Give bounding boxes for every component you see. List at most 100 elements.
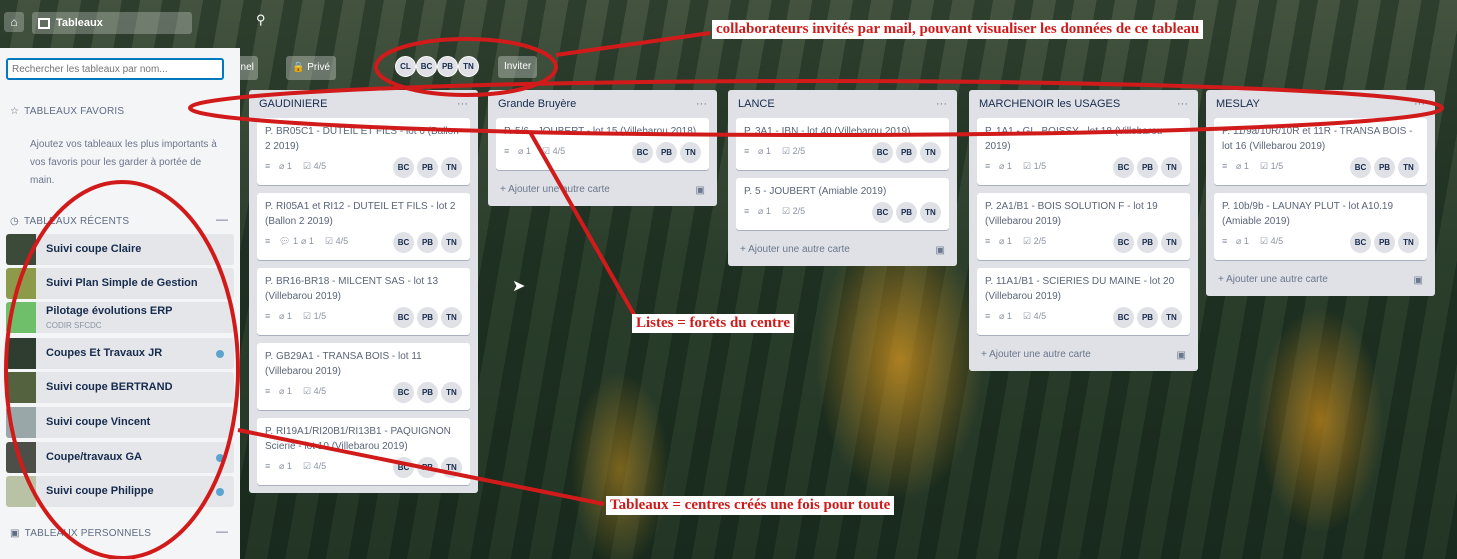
member-avatar[interactable]: BC — [393, 232, 414, 253]
add-card-button[interactable]: + Ajouter une autre carte ▣ — [1206, 268, 1435, 296]
member-avatar[interactable]: TN — [1161, 157, 1182, 178]
member-avatar[interactable]: PB — [417, 157, 438, 178]
member-avatar[interactable]: TN — [1161, 232, 1182, 253]
list-menu-icon[interactable]: ··· — [696, 90, 707, 118]
member-avatar[interactable]: BC — [872, 142, 893, 163]
member-avatar[interactable]: BC — [1113, 232, 1134, 253]
member-avatar[interactable]: PB — [1137, 307, 1158, 328]
member-avatar[interactable]: PB — [896, 142, 917, 163]
member-avatar[interactable]: TN — [1398, 157, 1419, 178]
list-menu-icon[interactable]: ··· — [457, 90, 468, 118]
card[interactable]: P. 11/9a/10R/10R et 11R - TRANSA BOIS - … — [1214, 118, 1427, 185]
member-avatar[interactable]: PB — [1137, 232, 1158, 253]
member-avatar[interactable]: TN — [920, 202, 941, 223]
card[interactable]: P. BR05C1 - DUTEIL ET FILS - lot 6 (Ball… — [257, 118, 470, 185]
recent-board-item[interactable]: Suivi coupe BERTRAND — [6, 372, 234, 403]
member-avatar[interactable]: PB — [417, 232, 438, 253]
member-avatar[interactable]: BC — [393, 307, 414, 328]
search-icon[interactable]: ⚲ — [256, 12, 266, 28]
card-template-icon[interactable]: ▣ — [936, 239, 945, 263]
card[interactable]: P. RI05A1 et RI12 - DUTEIL ET FILS - lot… — [257, 193, 470, 260]
member-avatar[interactable]: PB — [417, 307, 438, 328]
member-avatar[interactable]: BC — [393, 157, 414, 178]
recent-board-item[interactable]: Pilotage évolutions ERP CODIR SFCDC — [6, 302, 234, 333]
member-avatar[interactable]: PB — [437, 56, 458, 77]
card[interactable]: P. RI19A1/RI20B1/RI13B1 - PAQUIGNON Scie… — [257, 418, 470, 485]
member-avatar[interactable]: TN — [441, 457, 462, 478]
member-avatar[interactable]: BC — [632, 142, 653, 163]
member-avatar[interactable]: PB — [1137, 157, 1158, 178]
card-template-icon[interactable]: ▣ — [1414, 269, 1423, 293]
member-avatar[interactable]: TN — [441, 232, 462, 253]
recent-board-item[interactable]: Suivi coupe Claire — [6, 234, 234, 265]
add-card-label: + Ajouter une autre carte — [981, 349, 1091, 360]
list-title[interactable]: LANCE ··· — [728, 90, 957, 118]
add-card-button[interactable]: + Ajouter une autre carte ▣ — [488, 178, 717, 206]
member-avatar[interactable]: PB — [417, 457, 438, 478]
list-title[interactable]: GAUDINIERE ··· — [249, 90, 478, 118]
recent-board-item[interactable]: Coupe/travaux GA — [6, 442, 234, 473]
card[interactable]: P. GB29A1 - TRANSA BOIS - lot 11 (Villeb… — [257, 343, 470, 410]
card[interactable]: P. 5 - JOUBERT (Amiable 2019) ≡ ⌀ 1 ☑ 2/5 BC… — [736, 178, 949, 230]
description-icon: ≡ — [265, 311, 271, 321]
recent-board-item[interactable]: Coupes Et Travaux JR — [6, 338, 234, 369]
recent-board-item[interactable]: Suivi coupe Philippe — [6, 476, 234, 507]
member-avatar[interactable]: TN — [920, 142, 941, 163]
list-menu-icon[interactable]: ··· — [936, 90, 947, 118]
card-template-icon[interactable]: ▣ — [1177, 344, 1186, 368]
member-avatar[interactable]: TN — [458, 56, 479, 77]
list-menu-icon[interactable]: ··· — [1177, 90, 1188, 118]
member-avatar[interactable]: BC — [872, 202, 893, 223]
member-avatar[interactable]: PB — [1374, 157, 1395, 178]
list-title[interactable]: MESLAY ··· — [1206, 90, 1435, 118]
recent-board-item[interactable]: Suivi coupe Vincent — [6, 407, 234, 438]
member-avatar[interactable]: TN — [441, 382, 462, 403]
member-avatar[interactable]: BC — [1113, 307, 1134, 328]
card[interactable]: P. BR16-BR18 - MILCENT SAS - lot 13 (Vil… — [257, 268, 470, 335]
board-thumbnail — [6, 234, 36, 265]
card-badges: ≡ ⌀ 1 ☑ 1/5 BC PB TN — [1222, 157, 1419, 179]
member-avatar[interactable]: TN — [1398, 232, 1419, 253]
list-column: GAUDINIERE ··· P. BR05C1 - DUTEIL ET FILS … — [249, 90, 478, 493]
description-icon: ≡ — [985, 236, 991, 246]
description-icon: ≡ — [744, 206, 750, 216]
member-avatar[interactable]: BC — [416, 56, 437, 77]
collapse-recent-button[interactable]: — — [216, 212, 228, 226]
card[interactable]: P. 3A1 - IBN - lot 40 (Villebarou 2019) ≡… — [736, 118, 949, 170]
recent-board-item[interactable]: Suivi Plan Simple de Gestion — [6, 268, 234, 299]
member-avatar[interactable]: BC — [1350, 157, 1371, 178]
member-avatar[interactable]: TN — [1161, 307, 1182, 328]
card-template-icon[interactable]: ▣ — [696, 179, 705, 203]
member-avatar[interactable]: TN — [441, 307, 462, 328]
card[interactable]: P. 10b/9b - LAUNAY PLUT - lot A10.19 (Am… — [1214, 193, 1427, 260]
member-avatar[interactable]: BC — [393, 382, 414, 403]
member-avatar[interactable]: PB — [417, 382, 438, 403]
home-icon[interactable]: ⌂ — [4, 12, 24, 32]
boards-button[interactable]: Tableaux — [32, 12, 192, 34]
card[interactable]: P. 2A1/B1 - BOIS SOLUTION F - lot 19 (Vi… — [977, 193, 1190, 260]
member-avatar[interactable]: BC — [393, 457, 414, 478]
card[interactable]: P. 5/6 - JOUBERT - lot 15 (Villebarou 20… — [496, 118, 709, 170]
member-avatar[interactable]: TN — [441, 157, 462, 178]
member-avatar[interactable]: BC — [1113, 157, 1134, 178]
member-avatar[interactable]: TN — [680, 142, 701, 163]
list-title[interactable]: Grande Bruyère ··· — [488, 90, 717, 118]
member-avatar[interactable]: PB — [896, 202, 917, 223]
checklist-progress: 1/5 — [313, 311, 327, 321]
add-card-label: + Ajouter une autre carte — [500, 184, 610, 195]
member-avatar[interactable]: PB — [656, 142, 677, 163]
invite-button[interactable]: Inviter — [498, 56, 538, 78]
member-avatar[interactable]: CL — [395, 56, 416, 77]
collapse-personal-button[interactable]: — — [216, 524, 228, 538]
privacy-button[interactable]: 🔒 Privé — [286, 56, 337, 80]
add-card-button[interactable]: + Ajouter une autre carte ▣ — [728, 238, 957, 266]
card[interactable]: P. 11A1/B1 - SCIERIES DU MAINE - lot 20 … — [977, 268, 1190, 335]
checklist-progress: 2/5 — [1033, 236, 1047, 246]
add-card-button[interactable]: + Ajouter une autre carte ▣ — [969, 343, 1198, 371]
card[interactable]: P. 1A1 - GL. BOISSY - lot 18 (Villebarou… — [977, 118, 1190, 185]
list-menu-icon[interactable]: ··· — [1414, 90, 1425, 118]
list-title[interactable]: MARCHENOIR les USAGES ··· — [969, 90, 1198, 118]
member-avatar[interactable]: PB — [1374, 232, 1395, 253]
member-avatar[interactable]: BC — [1350, 232, 1371, 253]
board-search-input[interactable] — [6, 58, 224, 80]
